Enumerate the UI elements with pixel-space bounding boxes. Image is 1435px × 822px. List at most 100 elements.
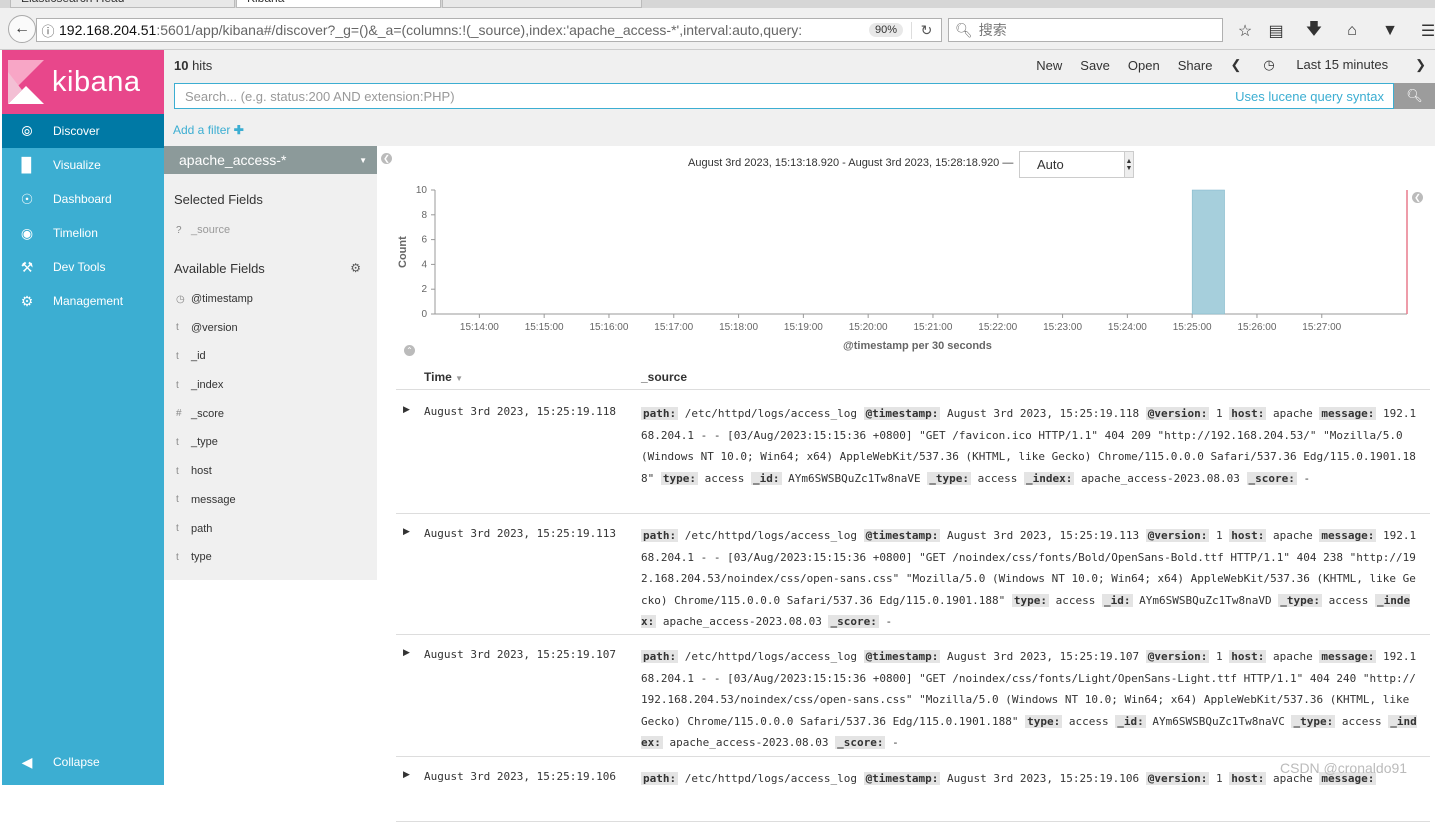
source-field-key: @version: — [1145, 529, 1210, 542]
selected-fields-heading: Selected Fields — [174, 192, 263, 207]
field-type-icon: t — [176, 322, 179, 334]
field-item[interactable]: t _type — [164, 428, 377, 457]
x-tick-label: 15:27:00 — [1302, 322, 1341, 333]
index-pattern-select[interactable]: apache_access-* ▼ — [164, 146, 377, 174]
gear-icon: ⚙ — [20, 292, 34, 309]
source-field-key: _score: — [1246, 471, 1297, 485]
table-row[interactable]: ▶ August 3rd 2023, 15:25:19.107 path: /etc… — [396, 640, 1430, 757]
browser-tab[interactable]: Elasticsearch Head — [10, 0, 235, 8]
nav-dev-tools[interactable]: ⚒ Dev Tools — [2, 250, 164, 284]
search-button[interactable]: 🔍︎ — [1394, 83, 1435, 109]
share-button[interactable]: Share — [1178, 58, 1213, 73]
field-item[interactable]: t path — [164, 514, 377, 543]
kibana-logo[interactable]: kibana — [2, 50, 164, 114]
nav-dashboard[interactable]: ☉ Dashboard — [2, 182, 164, 216]
field-item[interactable]: ◷ @timestamp — [164, 285, 377, 314]
nav-timelion[interactable]: ◉ Timelion — [2, 216, 164, 250]
save-button[interactable]: Save — [1080, 58, 1110, 73]
watermark: CSDN @cronaldo91 — [1280, 760, 1408, 776]
pocket-icon[interactable]: ▼ — [1380, 21, 1400, 41]
nav-visualize[interactable]: ▉ Visualize — [2, 148, 164, 182]
field-item[interactable]: t type — [164, 543, 377, 572]
add-filter-link[interactable]: Add a filter ✚ — [173, 123, 244, 137]
x-axis-label: @timestamp per 30 seconds — [843, 340, 992, 352]
nav-collapse[interactable]: ◀ Collapse — [2, 745, 164, 779]
chevron-right-icon[interactable]: ❯ — [1415, 57, 1426, 73]
nav-management[interactable]: ⚙ Management — [2, 284, 164, 318]
collapse-icon: ◀ — [21, 753, 33, 770]
browser-tab[interactable] — [442, 0, 642, 8]
gear-icon[interactable]: ⚙ — [350, 261, 361, 275]
expand-row-icon[interactable]: ▶ — [403, 404, 410, 415]
x-tick-label: 15:16:00 — [589, 322, 628, 333]
available-fields-label: Available Fields — [174, 260, 265, 276]
browser-tab-active[interactable]: Kibana — [236, 0, 441, 8]
histogram-bar[interactable] — [1191, 189, 1225, 315]
source-field-key: _score: — [835, 736, 886, 749]
y-tick-label: 6 — [421, 235, 427, 246]
download-icon[interactable]: 🡇 — [1304, 21, 1324, 41]
source-field-value: apache — [1272, 650, 1313, 663]
field-item[interactable]: t host — [164, 457, 377, 486]
lucene-syntax-link[interactable]: Uses lucene query syntax — [1235, 89, 1384, 104]
hits-count: 10 hits — [174, 58, 212, 73]
hamburger-menu-icon[interactable]: ☰ — [1418, 21, 1435, 41]
url-bar[interactable]: ⓘ 192.168.204.51 :5601/app/kibana#/disco… — [36, 18, 942, 42]
expand-row-icon[interactable]: ▶ — [403, 769, 410, 780]
field-type-icon: t — [176, 465, 179, 477]
search-input[interactable] — [175, 84, 1175, 108]
interval-select[interactable]: Auto ▲ ▼ — [1019, 151, 1134, 178]
expand-row-icon[interactable]: ▶ — [403, 647, 410, 658]
source-field-key: _id: — [751, 471, 782, 485]
expand-row-icon[interactable]: ▶ — [403, 526, 410, 537]
row-time: August 3rd 2023, 15:25:19.118 — [424, 405, 617, 418]
field-name: @timestamp — [191, 293, 253, 306]
histogram-chart[interactable]: 0 2 4 6 8 10 15:14:00 15:15:00 15:16:00 15:17:00 1… — [395, 180, 1430, 360]
field-type-icon: # — [176, 408, 182, 420]
field-item[interactable]: t @version — [164, 313, 377, 342]
source-field-key: path: — [641, 407, 679, 420]
open-button[interactable]: Open — [1128, 58, 1160, 73]
time-column-header[interactable]: Time ▼ — [424, 370, 463, 384]
sort-down-icon[interactable]: ▼ — [455, 374, 463, 383]
nav-discover[interactable]: ⦾ Discover — [2, 114, 164, 148]
source-field-value: /etc/httpd/logs/access_log — [684, 772, 857, 785]
new-button[interactable]: New — [1036, 58, 1062, 73]
nav-label: Collapse — [53, 755, 100, 769]
table-row[interactable]: ▶ August 3rd 2023, 15:25:19.113 path: /etc… — [396, 519, 1430, 635]
bookmark-star-icon[interactable]: ☆ — [1235, 21, 1255, 41]
collapse-histogram-icon[interactable]: ⌃ — [404, 345, 415, 356]
field-type-icon: t — [176, 350, 179, 362]
source-field-key: type: — [660, 471, 698, 485]
back-button[interactable]: ← — [8, 15, 36, 43]
source-field-value: 1 — [1215, 529, 1223, 542]
table-row[interactable]: ▶ August 3rd 2023, 15:25:19.118 path: /etc… — [396, 397, 1430, 514]
histogram-close-icon[interactable]: ❮ — [1412, 192, 1423, 203]
time-picker[interactable]: ◷ Last 15 minutes — [1254, 57, 1397, 73]
source-field-value: 1 — [1215, 407, 1223, 420]
doc-table-header: Time ▼ _source — [396, 368, 1430, 390]
field-item[interactable]: t _index — [164, 371, 377, 400]
zoom-indicator[interactable]: 90% — [868, 23, 903, 37]
url-path: :5601/app/kibana#/discover?_g=()&_a=(col… — [156, 22, 803, 38]
source-field-key: host: — [1229, 650, 1267, 663]
field-item[interactable]: ? _source — [164, 216, 377, 245]
source-field-value: AYm6SWSBQuZc1Tw8naVD — [1139, 593, 1272, 607]
y-axis-label: Count — [397, 236, 409, 268]
chevron-left-icon[interactable]: ❮ — [1230, 57, 1241, 73]
field-type-icon: t — [176, 494, 179, 506]
table-row[interactable]: ▶ August 3rd 2023, 15:25:19.106 path: /etc… — [396, 762, 1430, 822]
row-source: path: /etc/httpd/logs/access_log @timest… — [641, 403, 1419, 489]
source-field-value: 1 — [1215, 772, 1223, 785]
browser-search-input[interactable]: 🔍︎ 搜索 — [948, 18, 1223, 42]
reading-list-icon[interactable]: ▤ — [1266, 21, 1286, 41]
site-info-icon[interactable]: ⓘ — [37, 21, 59, 40]
reload-icon[interactable]: ↻ — [911, 21, 941, 39]
field-item[interactable]: t message — [164, 486, 377, 515]
home-icon[interactable]: ⌂ — [1342, 21, 1362, 41]
field-item[interactable]: # _score — [164, 399, 377, 428]
field-item[interactable]: t _id — [164, 342, 377, 371]
source-field-key: _type: — [1291, 714, 1336, 728]
source-field-key: @version: — [1145, 407, 1210, 420]
collapse-sidebar-icon[interactable]: ❮ — [381, 153, 392, 164]
